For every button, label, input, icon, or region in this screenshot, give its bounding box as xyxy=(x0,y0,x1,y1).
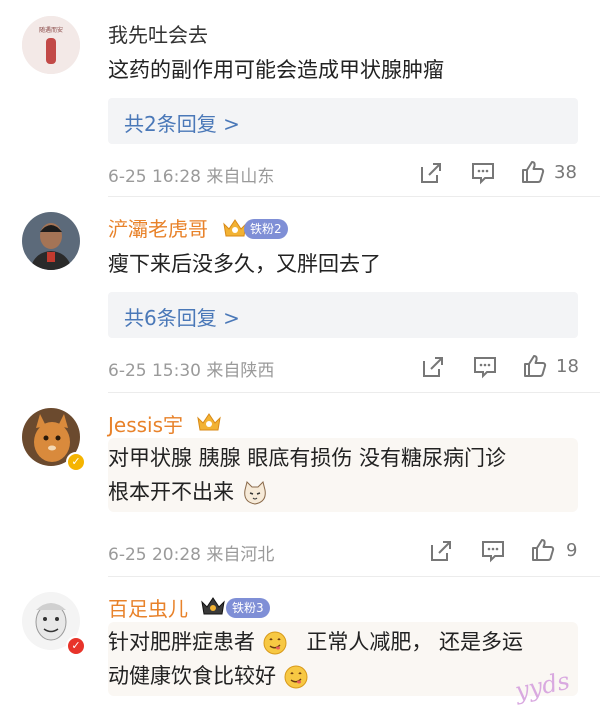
comment-meta: 6-25 16:28 来自山东 xyxy=(108,167,275,187)
comment-meta: 6-25 20:28 来自河北 xyxy=(108,545,275,565)
verified-icon: ✓ xyxy=(66,452,86,472)
replies-label: 共6条回复 > xyxy=(124,306,240,330)
comment-text: 瘦下来后没多久，又胖回去了 xyxy=(108,252,381,276)
crown-icon xyxy=(201,597,225,615)
verified-icon: ✓ xyxy=(66,636,86,656)
comment-text-line-2: 动健康饮食比较好 xyxy=(108,658,309,694)
divider xyxy=(108,196,600,197)
crown-icon xyxy=(197,413,221,431)
comment-text-line-2-text: 根本开不出来 xyxy=(108,480,234,504)
view-replies-button[interactable]: 共6条回复 > xyxy=(108,292,578,338)
comment-meta: 6-25 15:30 来自陕西 xyxy=(108,361,275,381)
avatar-image xyxy=(22,212,80,270)
divider xyxy=(108,392,600,393)
fan-badge: 铁粉3 xyxy=(226,598,270,618)
like-icon[interactable] xyxy=(520,159,546,185)
comment-text-segment-2: 正常人减肥， 还是多运 xyxy=(306,630,524,654)
comment-text-line-2: 根本开不出来 xyxy=(108,474,269,510)
fan-badge: 铁粉2 xyxy=(244,219,288,239)
like-icon[interactable] xyxy=(530,537,556,563)
share-icon[interactable] xyxy=(418,160,444,186)
avatar-image: 随遇而安 xyxy=(22,16,80,74)
comment-text-line-1: 针对肥胖症患者 正常人减肥， 还是多运 xyxy=(108,624,523,660)
comment-text: 这药的副作用可能会造成甲状腺肿瘤 xyxy=(108,58,444,82)
avatar[interactable] xyxy=(22,212,80,270)
share-icon[interactable] xyxy=(428,538,454,564)
like-icon[interactable] xyxy=(522,353,548,379)
comment-icon[interactable] xyxy=(470,160,496,186)
like-count: 38 xyxy=(554,162,577,183)
replies-label: 共2条回复 > xyxy=(124,112,240,136)
like-count: 9 xyxy=(566,540,578,561)
cat-emoji-icon xyxy=(243,481,266,505)
divider xyxy=(108,576,600,577)
username[interactable]: 浐灞老虎哥 xyxy=(108,216,208,242)
comment-text-segment-1: 针对肥胖症患者 xyxy=(108,630,255,654)
avatar[interactable]: 随遇而安 xyxy=(22,16,80,74)
username[interactable]: 我先吐会去 xyxy=(108,22,208,48)
username[interactable]: Jessis宇 xyxy=(108,412,183,438)
yum-emoji-icon xyxy=(284,665,308,689)
share-icon[interactable] xyxy=(420,354,446,380)
comment-text-segment-3: 动健康饮食比较好 xyxy=(108,664,276,688)
like-count: 18 xyxy=(556,356,579,377)
view-replies-button[interactable]: 共2条回复 > xyxy=(108,98,578,144)
username[interactable]: 百足虫儿 xyxy=(108,596,188,622)
yum-emoji-icon xyxy=(263,631,287,655)
comment-icon[interactable] xyxy=(480,538,506,564)
comment-icon[interactable] xyxy=(472,354,498,380)
avatar-text: 随遇而安 xyxy=(39,26,63,34)
comment-text-line-1: 对甲状腺 胰腺 眼底有损伤 没有糖尿病门诊 xyxy=(108,446,507,470)
